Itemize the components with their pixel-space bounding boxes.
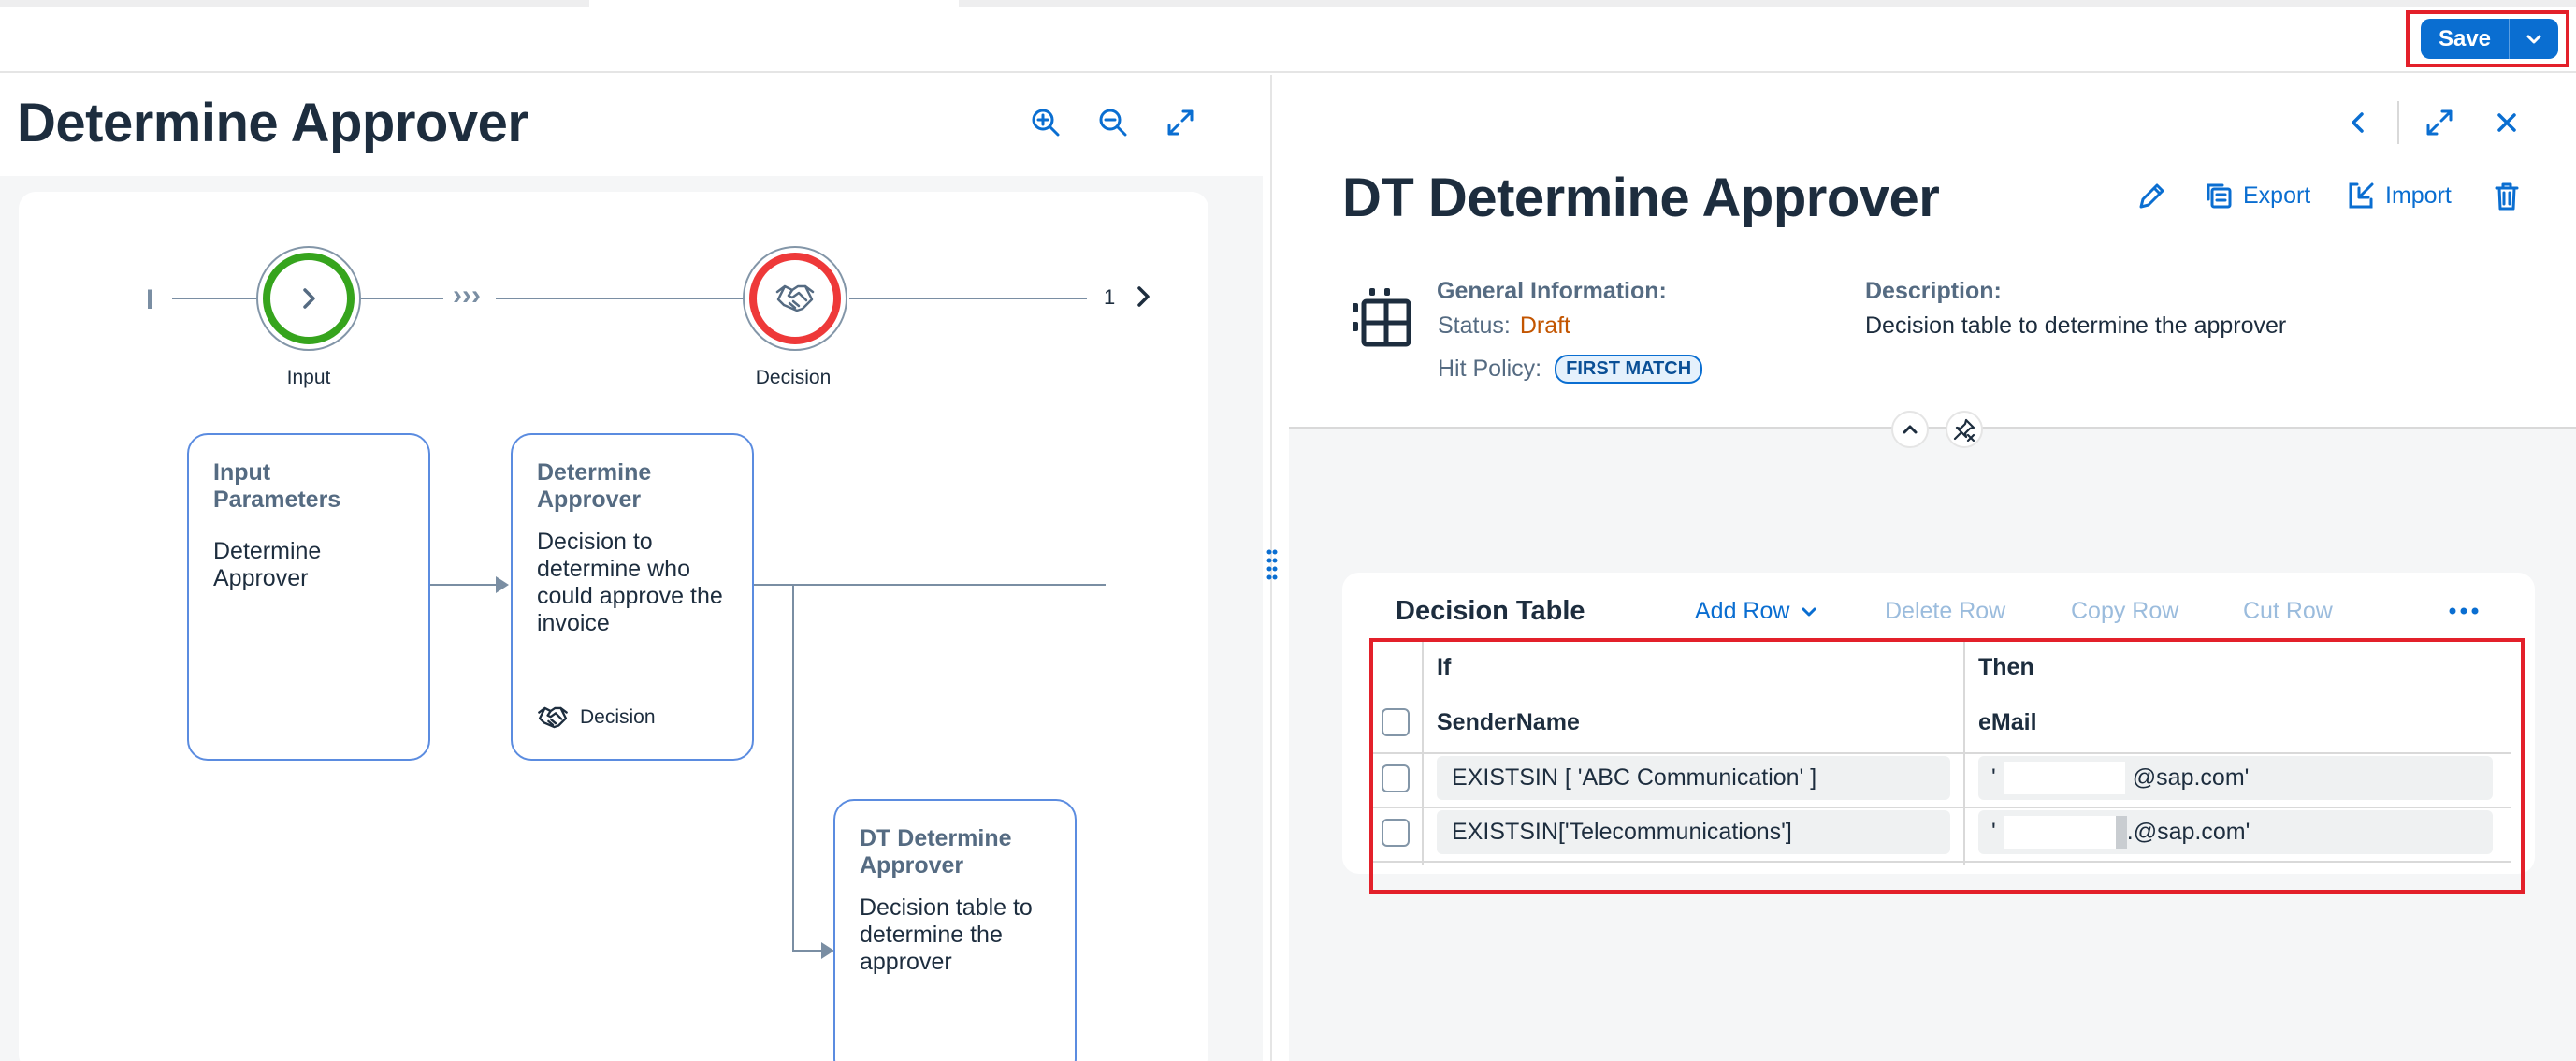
unpin-icon — [1953, 418, 1975, 442]
export-button[interactable]: Export — [2204, 181, 2310, 211]
hit-policy-label: Hit Policy: — [1438, 356, 1542, 382]
hit-policy-field: Hit Policy: FIRST MATCH — [1438, 355, 1703, 384]
card-title: Input Parameters — [213, 459, 341, 513]
decision-table-icon — [1353, 286, 1412, 353]
pin-header-button[interactable] — [1946, 411, 1983, 448]
close-icon[interactable] — [2488, 104, 2525, 141]
flow-line — [496, 298, 743, 299]
card-body: Decision to determine who could approve … — [537, 529, 723, 636]
decision-table-title: Decision Table — [1396, 596, 1585, 626]
status-value: Draft — [1519, 312, 1571, 339]
fit-screen-icon[interactable] — [1162, 104, 1199, 141]
arrow-head-icon — [496, 576, 509, 598]
add-row-button[interactable]: Add Row — [1695, 598, 1817, 625]
chevron-down-icon — [1802, 607, 1816, 616]
cut-row-button[interactable]: Cut Row — [2243, 598, 2333, 625]
connector-line — [792, 584, 794, 951]
export-icon — [2207, 183, 2232, 209]
card-title: DT Determine Approver — [860, 825, 1012, 879]
arrow-head-icon — [821, 942, 834, 964]
card-body: Determine Approver — [213, 538, 322, 591]
decision-node[interactable] — [743, 246, 847, 351]
card-title: Determine Approver — [537, 459, 652, 513]
delete-icon[interactable] — [2488, 178, 2525, 215]
toolbar-separator — [2397, 101, 2399, 144]
handshake-icon — [775, 284, 815, 312]
description-label: Description: — [1865, 278, 2002, 304]
drag-handle-icon[interactable] — [1266, 548, 1278, 585]
chevron-right-icon — [303, 288, 315, 309]
zoom-in-icon[interactable] — [1027, 104, 1064, 141]
card-footer-label: Decision — [580, 706, 656, 728]
card-body: Decision table to determine the approver — [860, 894, 1033, 975]
import-button[interactable]: Import — [2346, 181, 2452, 211]
input-parameters-card[interactable]: Input Parameters Determine Approver — [187, 433, 430, 761]
general-info-label: General Information: — [1437, 278, 1667, 304]
flow-arrows: ››› — [453, 280, 481, 311]
page-title: Determine Approver — [17, 93, 528, 153]
import-label: Import — [2385, 182, 2452, 209]
table-highlight-box — [1369, 638, 2525, 894]
decision-node-label: Decision — [755, 367, 832, 388]
flow-line — [172, 298, 256, 299]
export-label: Export — [2243, 182, 2311, 209]
status-field: Status: Draft — [1438, 312, 1570, 340]
fullscreen-icon[interactable] — [2421, 104, 2458, 141]
hit-policy-badge: FIRST MATCH — [1555, 355, 1703, 384]
more-options-icon[interactable] — [2449, 604, 2479, 621]
edit-icon[interactable] — [2133, 178, 2170, 215]
description-value: Decision table to determine the approver — [1865, 312, 2287, 339]
chevron-up-icon — [1903, 425, 1918, 434]
copy-row-button[interactable]: Copy Row — [2071, 598, 2178, 625]
handshake-icon — [538, 706, 568, 729]
card-footer: Decision — [537, 705, 656, 731]
chevron-right-icon[interactable] — [1134, 284, 1154, 313]
delete-row-button[interactable]: Delete Row — [1885, 598, 2005, 625]
flow-start-marker: I — [146, 284, 154, 315]
object-title: DT Determine Approver — [1342, 167, 1940, 228]
add-row-label: Add Row — [1695, 598, 1790, 624]
connector-line — [430, 584, 505, 586]
top-strip — [0, 0, 2576, 7]
dt-determine-approver-card[interactable]: DT Determine Approver Decision table to … — [833, 799, 1077, 1061]
top-strip-tab — [589, 0, 959, 7]
flow-page-indicator: 1 — [1104, 285, 1116, 309]
connector-line — [754, 584, 1106, 586]
input-node[interactable] — [256, 246, 361, 351]
zoom-out-icon[interactable] — [1094, 104, 1132, 141]
chevron-left-icon[interactable] — [2339, 104, 2377, 141]
flow-line — [361, 298, 443, 299]
import-icon — [2349, 182, 2374, 209]
collapse-header-button[interactable] — [1891, 411, 1929, 448]
app-header — [0, 7, 2576, 73]
determine-approver-card[interactable]: Determine Approver Decision to determine… — [511, 433, 754, 761]
save-highlight-box — [2406, 10, 2569, 67]
status-label: Status: — [1438, 312, 1511, 339]
input-node-label: Input — [286, 367, 331, 388]
flow-line — [849, 298, 1087, 299]
